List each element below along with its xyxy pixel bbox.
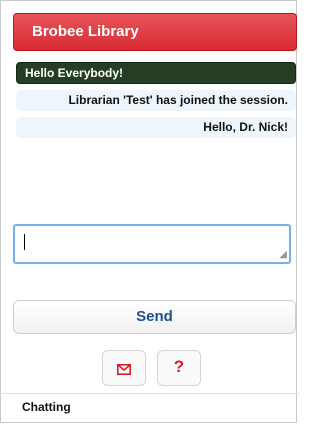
send-button[interactable]: Send [13,300,296,334]
status-text: Chatting [22,400,71,414]
page-title: Brobee Library [13,13,297,51]
help-icon: ? [173,357,185,376]
email-button[interactable] [102,350,146,386]
message-input[interactable]: ◢ [13,224,291,264]
resize-handle-icon[interactable]: ◢ [279,250,287,260]
help-button[interactable]: ? [157,350,201,386]
chat-message: Librarian 'Test' has joined the session. [16,90,296,111]
chat-message-highlight: Hello Everybody! [16,62,296,84]
text-caret [24,234,25,250]
divider [0,393,299,394]
chat-log: Hello Everybody! Librarian 'Test' has jo… [16,62,296,138]
chat-message: Hello, Dr. Nick! [16,117,296,138]
mail-icon [117,362,131,375]
